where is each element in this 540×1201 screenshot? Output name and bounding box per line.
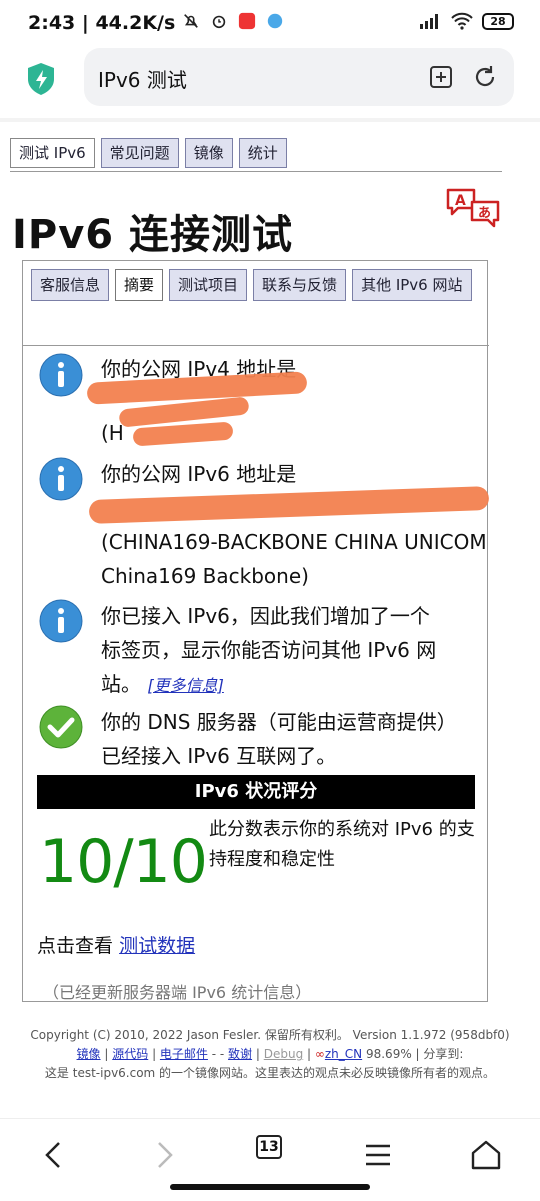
tab-mirrors[interactable]: 镜像	[184, 138, 233, 168]
test-data-line: 点击查看 测试数据	[37, 935, 196, 957]
mute-bell-icon	[184, 14, 198, 28]
subtab-other-sites[interactable]: 其他 IPv6 网站	[352, 269, 472, 301]
subtab-support[interactable]: 客服信息	[31, 269, 110, 301]
mirror-note: 这是 test-ipv6.com 的一个镜像网站。这里表达的观点未必反映镜像所有…	[44, 1066, 496, 1080]
footer-link-email[interactable]: 电子邮件	[160, 1047, 208, 1061]
ipv6-isp: (CHINA169-BACKBONE CHINA UNICOM China169…	[101, 530, 487, 588]
address-text[interactable]: IPv6 测试	[98, 64, 187, 93]
tab-stats[interactable]: 统计	[238, 138, 287, 168]
battery-icon: 28	[482, 12, 514, 30]
footer-links: 镜像 | 源代码 | 电子邮件 - - 致谢 | Debug | ∞zh_CN …	[76, 1047, 464, 1061]
test-data-link[interactable]: 测试数据	[119, 935, 195, 957]
security-shield-icon[interactable]	[26, 62, 56, 96]
more-info-link[interactable]: [更多信息]	[147, 676, 224, 695]
tab-faq[interactable]: 常见问题	[100, 138, 179, 168]
status-time: 2:43 | 44.2K/s	[28, 12, 176, 34]
score-value: 10/10	[39, 827, 208, 897]
home-icon[interactable]	[466, 1135, 506, 1175]
address-bar-area: IPv6 测试	[0, 46, 540, 118]
forward-icon[interactable]	[144, 1135, 184, 1175]
copyright: Copyright (C) 2010, 2022 Jason Fesler. 保…	[30, 1028, 510, 1042]
status-bar: 2:43 | 44.2K/s 28	[0, 0, 540, 46]
reload-icon[interactable]	[470, 62, 500, 92]
footer-link-source[interactable]: 源代码	[112, 1047, 148, 1061]
subtab-summary[interactable]: 摘要	[115, 269, 164, 301]
dns-message: 你的 DNS 服务器（可能由运营商提供）已经接入 IPv6 互联网了。	[101, 710, 457, 768]
signal-icon	[420, 14, 438, 29]
subtab-tests[interactable]: 测试项目	[169, 269, 248, 301]
language-icon: ∞	[314, 1047, 325, 1061]
page-title: IPv6 连接测试	[12, 212, 294, 258]
footer-link-thanks[interactable]: 致谢	[228, 1047, 252, 1061]
add-bookmark-icon[interactable]	[426, 62, 456, 92]
sub-tabs: 客服信息 摘要 测试项目 联系与反馈 其他 IPv6 网站	[31, 269, 481, 301]
ipv6-label: 你的公网 IPv6 地址是	[101, 462, 297, 486]
menu-icon[interactable]	[358, 1135, 398, 1175]
svg-text:あ: あ	[478, 206, 491, 221]
home-indicator[interactable]	[170, 1184, 370, 1190]
footer-link-debug[interactable]: Debug	[264, 1047, 303, 1061]
alarm-icon	[212, 15, 226, 29]
subtab-contact[interactable]: 联系与反馈	[253, 269, 347, 301]
tab-test-ipv6[interactable]: 测试 IPv6	[10, 138, 95, 168]
updated-note: （已经更新服务器端 IPv6 统计信息）	[43, 983, 312, 1002]
info-icon	[39, 353, 83, 397]
footer-link-mirrors[interactable]: 镜像	[77, 1047, 101, 1061]
top-tabs: 测试 IPv6 常见问题 镜像 统计	[10, 138, 287, 168]
translate-icon[interactable]: A あ	[444, 186, 504, 232]
app-notification-icon	[238, 12, 256, 30]
back-icon[interactable]	[34, 1135, 74, 1175]
info-icon	[39, 457, 83, 501]
address-bar[interactable]: IPv6 测试	[84, 48, 514, 106]
footer: Copyright (C) 2010, 2022 Jason Fesler. 保…	[0, 1026, 540, 1083]
footer-link-language[interactable]: zh_CN	[325, 1047, 362, 1061]
checkmark-icon	[39, 705, 83, 749]
info-icon	[39, 599, 83, 643]
score-description: 此分数表示你的系统对 IPv6 的支持程度和稳定性	[209, 819, 475, 870]
results-panel: 客服信息 摘要 测试项目 联系与反馈 其他 IPv6 网站 你的公网 IPv4 …	[22, 260, 490, 1002]
svg-text:A: A	[455, 193, 466, 209]
wifi-icon	[451, 12, 473, 30]
app-notification-icon-2	[267, 13, 283, 29]
tab-count-button[interactable]: 13	[256, 1135, 282, 1159]
score-header: IPv6 状况评分	[37, 775, 475, 809]
